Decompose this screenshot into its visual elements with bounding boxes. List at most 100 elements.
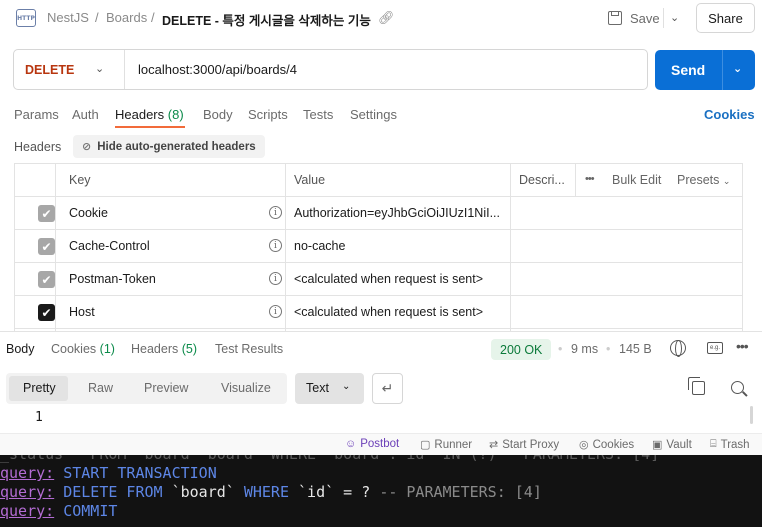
tab-response-body[interactable]: Body [6,342,35,356]
terminal-line-partial: _status FROM board board WHERE board . i… [0,455,659,463]
save-response-icon[interactable]: e.g. [707,342,723,354]
share-button[interactable]: Share [696,3,755,33]
presets-dropdown[interactable]: Presets ⌄ [677,173,730,187]
header-enabled-checkbox[interactable]: ✔ [38,238,55,255]
url-input[interactable]: localhost:3000/api/boards/4 [138,62,297,77]
column-header-key: Key [69,173,91,187]
column-divider [55,164,56,331]
header-enabled-checkbox[interactable]: ✔ [38,304,55,321]
breadcrumb-collection[interactable]: Boards [106,10,147,25]
info-icon[interactable]: i [269,239,282,252]
info-icon[interactable]: i [269,206,282,219]
column-header-description: Descri... [519,173,565,187]
table-row: ✔ Cache-Control i no-cache [15,230,742,263]
cookies-link[interactable]: Cookies [704,107,755,122]
active-tab-indicator [115,126,185,128]
cookies-button[interactable]: ◎ Cookies [579,438,635,452]
tab-auth[interactable]: Auth [72,107,99,122]
response-time[interactable]: 9 ms [571,342,598,356]
header-key[interactable]: Cookie [69,206,108,220]
tab-tests[interactable]: Tests [303,107,333,122]
response-size[interactable]: 145 B [619,342,652,356]
info-icon[interactable]: i [269,272,282,285]
runner-button[interactable]: ▢ Runner [420,438,472,452]
panel-divider[interactable] [0,331,762,332]
info-icon[interactable]: i [269,305,282,318]
header-value[interactable]: Authorization=eyJhbGciOiJIUzI1NiI... [294,206,500,220]
vault-icon: ▣ [652,439,663,451]
search-icon[interactable] [731,381,744,394]
tab-scripts[interactable]: Scripts [248,107,288,122]
copy-icon[interactable] [688,377,705,395]
tab-headers[interactable]: Headers (8) [115,107,184,122]
tab-params[interactable]: Params [14,107,59,122]
save-options-chevron-icon[interactable]: ⌄ [670,11,679,24]
link-icon[interactable]: 🔗︎ [378,10,395,26]
header-key[interactable]: Postman-Token [69,272,156,286]
format-preview[interactable]: Preview [144,381,188,395]
status-badge[interactable]: 200 OK [491,339,552,360]
tab-response-cookies[interactable]: Cookies (1) [51,342,115,356]
trash-button[interactable]: ⌸ Trash [710,438,750,451]
format-visualize[interactable]: Visualize [221,381,271,395]
header-value[interactable]: <calculated when request is sent> [294,272,483,286]
http-request-icon: HTTP [16,9,36,27]
dot-separator: • [606,342,611,356]
runner-icon: ▢ [420,439,431,451]
sql-comment: -- PARAMETERS: [4] [379,483,542,501]
format-pretty[interactable]: Pretty [23,381,56,395]
tab-response-headers[interactable]: Headers (5) [131,342,197,356]
sql-identifier: `board` [171,483,244,501]
tab-body[interactable]: Body [203,107,233,122]
header-value[interactable]: <calculated when request is sent> [294,305,483,319]
divider [722,50,723,90]
terminal-line: query: DELETE FROM `board` WHERE `id` = … [0,483,542,501]
chevron-down-icon[interactable]: ⌄ [95,62,104,75]
header-enabled-checkbox[interactable]: ✔ [38,271,55,288]
more-icon[interactable]: ••• [585,173,595,185]
hide-auto-label: Hide auto-generated headers [97,140,256,153]
table-row: ✔ Postman-Token i <calculated when reque… [15,263,742,296]
format-raw[interactable]: Raw [88,381,113,395]
send-options-chevron-icon[interactable]: ⌄ [733,62,742,75]
more-options-icon[interactable]: ••• [736,338,749,354]
bulk-edit-button[interactable]: Bulk Edit [612,173,661,187]
scrollbar[interactable] [750,406,753,424]
globe-icon[interactable] [670,340,686,357]
column-divider [285,164,286,331]
sql-keyword: WHERE [243,483,299,501]
header-key[interactable]: Host [69,305,95,319]
tab-label: Headers [115,107,165,122]
postbot-button[interactable]: ☺ Postbot [345,438,399,450]
terminal-line: query: COMMIT [0,502,117,520]
breadcrumb-workspace[interactable]: NestJS [47,10,89,25]
column-divider [575,164,576,197]
dot-separator: • [558,342,563,356]
tab-count: (8) [167,107,184,122]
send-button[interactable]: Send ⌄ [655,50,755,90]
url-bar [13,49,648,90]
method-select[interactable]: DELETE [25,63,74,77]
header-value[interactable]: no-cache [294,239,345,253]
column-divider [510,164,511,331]
header-enabled-checkbox[interactable]: ✔ [38,205,55,222]
chevron-down-icon: ⌄ [722,176,731,186]
terminal[interactable]: _status FROM board board WHERE board . i… [0,455,762,527]
wrap-lines-button[interactable]: ↵ [372,373,403,404]
trash-icon: ⌸ [710,438,717,450]
line-number: 1 [35,410,43,425]
request-title[interactable]: DELETE - 특정 게시글을 삭제하는 기능 [162,10,371,29]
header-key[interactable]: Cache-Control [69,239,150,253]
table-header-row: Key Value Descri... ••• Bulk Edit Preset… [15,164,742,197]
status-bar-label: Cookies [592,438,635,451]
tab-test-results[interactable]: Test Results [215,342,283,356]
postbot-icon: ☺ [345,438,357,450]
body-type-select[interactable]: Text ⌄ [295,373,364,404]
hide-auto-generated-headers-button[interactable]: ⊘ Hide auto-generated headers [73,135,265,158]
save-icon [608,11,622,25]
tab-settings[interactable]: Settings [350,107,397,122]
vault-button[interactable]: ▣ Vault [652,438,692,452]
table-row: ✔ Host i <calculated when request is sen… [15,296,742,329]
start-proxy-button[interactable]: ⇄ Start Proxy [489,438,559,452]
table-row: ✔ Cookie i Authorization=eyJhbGciOiJIUzI… [15,197,742,230]
